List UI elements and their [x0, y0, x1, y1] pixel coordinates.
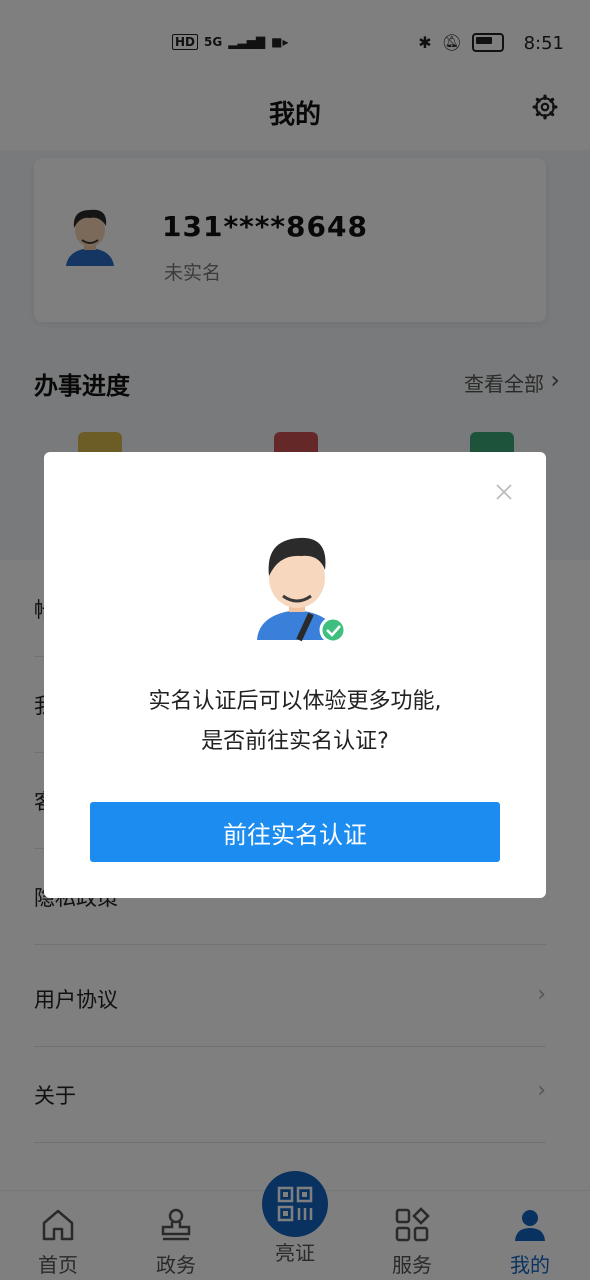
close-icon[interactable]	[492, 480, 516, 504]
go-realname-button[interactable]: 前往实名认证	[90, 802, 500, 862]
realname-dialog: 实名认证后可以体验更多功能, 是否前往实名认证? 前往实名认证	[44, 452, 546, 898]
verified-avatar-illustration	[257, 537, 347, 644]
dialog-message-line1: 实名认证后可以体验更多功能,	[148, 689, 442, 714]
dialog-message: 实名认证后可以体验更多功能, 是否前往实名认证?	[44, 682, 546, 762]
dialog-message-line2: 是否前往实名认证?	[201, 729, 389, 754]
